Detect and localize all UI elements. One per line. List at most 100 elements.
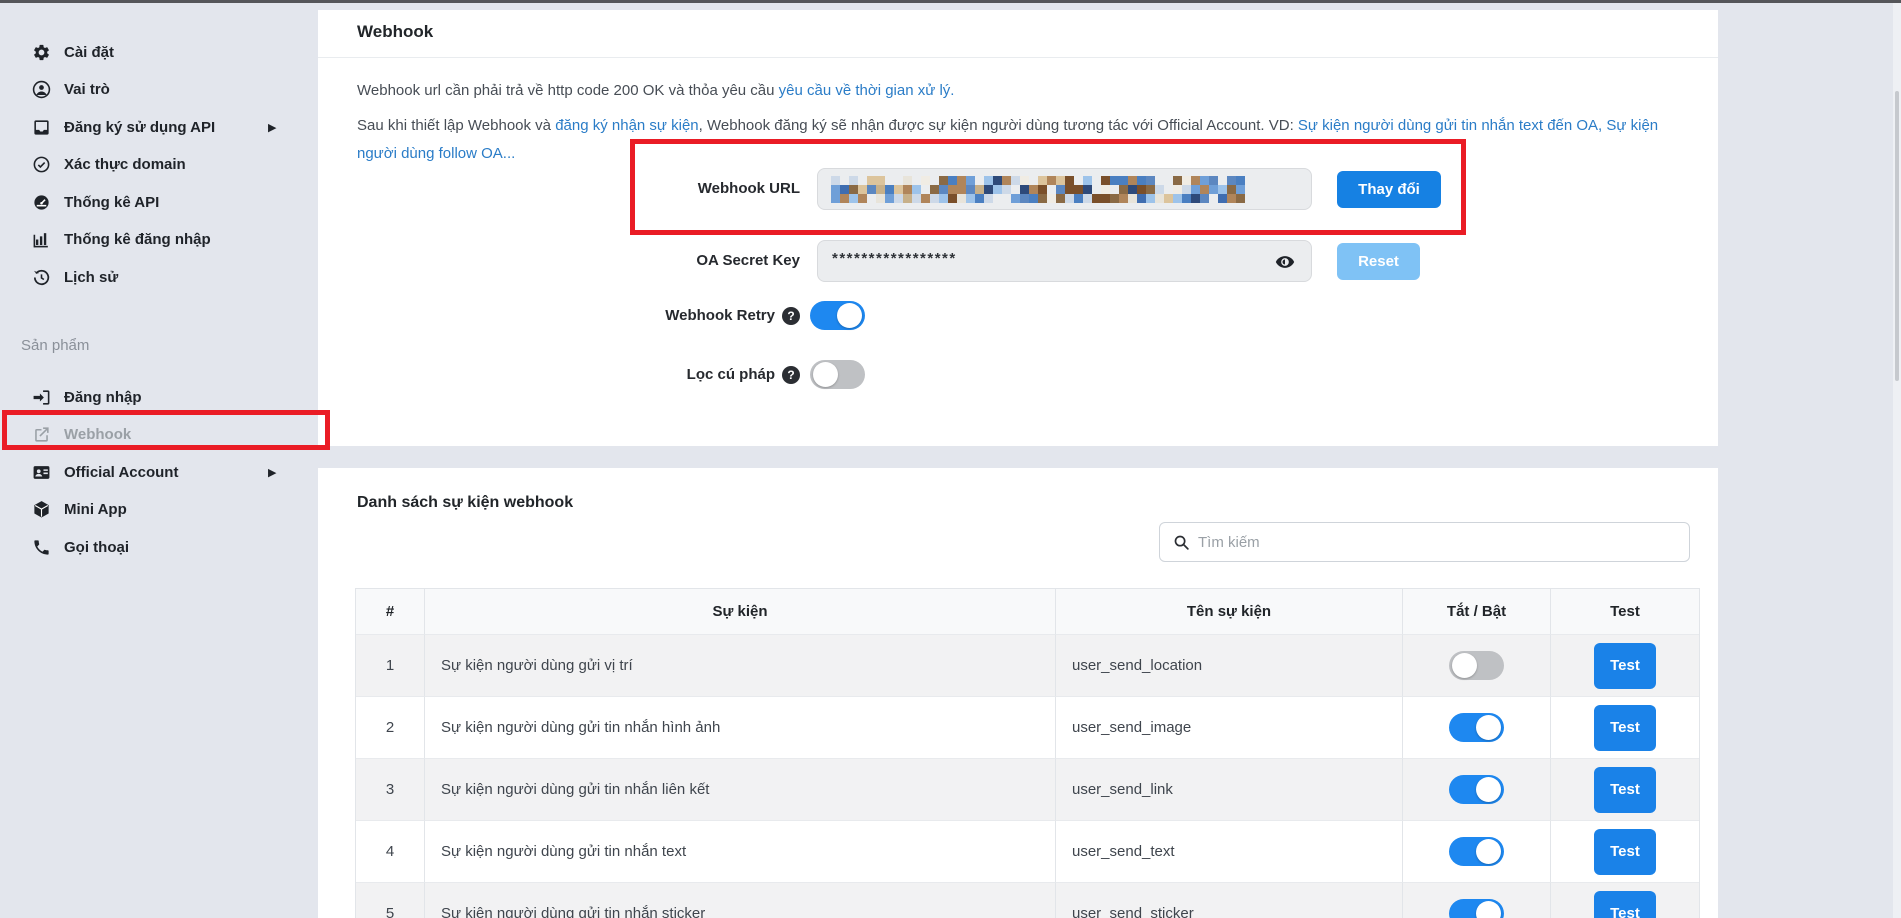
bar-chart-icon	[31, 230, 51, 250]
sidebar-item-mini-app[interactable]: Mini App	[0, 498, 318, 522]
sidebar-item-roles[interactable]: Vai trò	[0, 78, 318, 102]
row-number: 3	[356, 759, 425, 821]
label-text: Webhook Retry	[665, 307, 775, 324]
search-icon	[1173, 534, 1190, 551]
sidebar-item-domain-verification[interactable]: Xác thực domain	[0, 153, 318, 177]
sidebar-item-calls[interactable]: Gọi thoại	[0, 535, 318, 559]
label-text: Lọc cú pháp	[687, 366, 775, 383]
toggle-knob	[1476, 839, 1501, 864]
syntax-filter-toggle[interactable]	[810, 360, 865, 389]
event-name: user_send_image	[1056, 697, 1403, 759]
vertical-scrollbar[interactable]	[1893, 3, 1901, 918]
table-row: 3 Sự kiện người dùng gửi tin nhắn liên k…	[356, 759, 1699, 821]
sidebar-item-settings[interactable]: Cài đặt	[0, 40, 318, 64]
event-description: Sự kiện người dùng gửi tin nhắn text	[425, 821, 1056, 883]
table-row: 4 Sự kiện người dùng gửi tin nhắn text u…	[356, 821, 1699, 883]
oa-secret-key-input[interactable]: *****************	[817, 240, 1312, 282]
event-name: user_send_sticker	[1056, 883, 1403, 918]
gauge-icon	[31, 192, 51, 212]
webhook-events-panel: Danh sách sự kiện webhook # Sự kiện Tên …	[318, 468, 1718, 918]
sidebar-item-history[interactable]: Lịch sử	[0, 265, 318, 289]
table-row: 5 Sự kiện người dùng gửi tin nhắn sticke…	[356, 883, 1699, 918]
column-header-on-off: Tắt / Bật	[1403, 589, 1551, 635]
sidebar-item-label: Official Account	[64, 464, 178, 481]
sidebar-item-label: Webhook	[64, 426, 131, 443]
reset-button[interactable]: Reset	[1337, 243, 1420, 280]
webhook-retry-toggle[interactable]	[810, 301, 865, 330]
event-toggle[interactable]	[1449, 775, 1504, 804]
toggle-knob	[1476, 901, 1501, 918]
change-button[interactable]: Thay đổi	[1337, 171, 1441, 208]
toggle-knob	[813, 362, 838, 387]
test-button[interactable]: Test	[1594, 767, 1656, 813]
id-card-icon	[31, 462, 51, 482]
masked-secret-value: *****************	[832, 250, 957, 267]
test-button[interactable]: Test	[1594, 891, 1656, 918]
sidebar-item-label: Cài đặt	[64, 44, 114, 61]
phone-icon	[31, 537, 51, 557]
events-table: # Sự kiện Tên sự kiện Tắt / Bật Test 1 S…	[355, 588, 1700, 918]
gear-icon	[31, 42, 51, 62]
sidebar-item-webhook[interactable]: Webhook	[0, 423, 318, 447]
sidebar-item-login-stats[interactable]: Thống kê đăng nhập	[0, 228, 318, 252]
sidebar-item-api-stats[interactable]: Thống kê API	[0, 190, 318, 214]
sidebar-item-label: Thống kê API	[64, 194, 159, 211]
event-name: user_send_location	[1056, 635, 1403, 697]
event-description: Sự kiện người dùng gửi vị trí	[425, 635, 1056, 697]
description-text: , Webhook đăng ký sẽ nhận được sự kiện n…	[699, 117, 1298, 134]
sidebar-item-official-account[interactable]: Official Account ▶	[0, 460, 318, 484]
toggle-knob	[1452, 653, 1477, 678]
webhook-url-censored-value	[831, 176, 1245, 203]
toggle-knob	[1476, 715, 1501, 740]
webhook-retry-label: Webhook Retry ?	[500, 301, 800, 330]
description-text: Sau khi thiết lập Webhook và	[357, 117, 555, 134]
event-description: Sự kiện người dùng gửi tin nhắn sticker	[425, 883, 1056, 918]
login-icon	[31, 387, 51, 407]
events-list-title: Danh sách sự kiện webhook	[357, 494, 573, 512]
divider	[318, 57, 1718, 58]
inbox-icon	[31, 117, 51, 137]
webhook-settings-panel: Webhook Webhook url cần phải trả về http…	[318, 10, 1718, 446]
webhook-description-1: Webhook url cần phải trả về http code 20…	[357, 80, 1697, 102]
row-number: 1	[356, 635, 425, 697]
description-text: Webhook url cần phải trả về http code 20…	[357, 82, 779, 99]
processing-time-link[interactable]: yêu cầu về thời gian xử lý.	[779, 82, 955, 99]
eye-icon[interactable]	[1275, 252, 1295, 272]
event-toggle[interactable]	[1449, 899, 1504, 918]
event-description: Sự kiện người dùng gửi tin nhắn hình ảnh	[425, 697, 1056, 759]
row-number: 4	[356, 821, 425, 883]
sidebar-item-label: Thống kê đăng nhập	[64, 231, 211, 248]
test-button[interactable]: Test	[1594, 643, 1656, 689]
person-icon	[31, 80, 51, 100]
sidebar: Cài đặt Vai trò Đăng ký sử dụng API ▶ Xá…	[0, 3, 318, 918]
column-header-test: Test	[1551, 589, 1699, 635]
oa-secret-key-label: OA Secret Key	[500, 240, 800, 282]
test-button[interactable]: Test	[1594, 829, 1656, 875]
sidebar-item-label: Mini App	[64, 501, 127, 518]
register-events-link[interactable]: đăng ký nhận sự kiện	[555, 117, 698, 134]
search-box	[1159, 522, 1690, 562]
chevron-right-icon: ▶	[268, 121, 276, 134]
scrollbar-handle[interactable]	[1895, 91, 1899, 381]
search-input[interactable]	[1198, 523, 1678, 561]
event-toggle[interactable]	[1449, 651, 1504, 680]
event-toggle[interactable]	[1449, 837, 1504, 866]
test-button[interactable]: Test	[1594, 705, 1656, 751]
page-title: Webhook	[357, 22, 433, 42]
toggle-knob	[1476, 777, 1501, 802]
sidebar-item-api-registration[interactable]: Đăng ký sử dụng API ▶	[0, 115, 318, 139]
event-toggle[interactable]	[1449, 713, 1504, 742]
window-top-edge	[0, 0, 1901, 3]
check-circle-icon	[31, 155, 51, 175]
chevron-right-icon: ▶	[268, 466, 276, 479]
help-icon[interactable]: ?	[782, 366, 800, 384]
cube-icon	[31, 500, 51, 520]
event-description: Sự kiện người dùng gửi tin nhắn liên kết	[425, 759, 1056, 821]
help-icon[interactable]: ?	[782, 307, 800, 325]
sidebar-item-login[interactable]: Đăng nhập	[0, 385, 318, 409]
event-name: user_send_link	[1056, 759, 1403, 821]
toggle-knob	[837, 303, 862, 328]
column-header-num: #	[356, 589, 425, 635]
sidebar-section-products: Sản phẩm	[0, 333, 318, 357]
webhook-url-input[interactable]	[817, 168, 1312, 210]
